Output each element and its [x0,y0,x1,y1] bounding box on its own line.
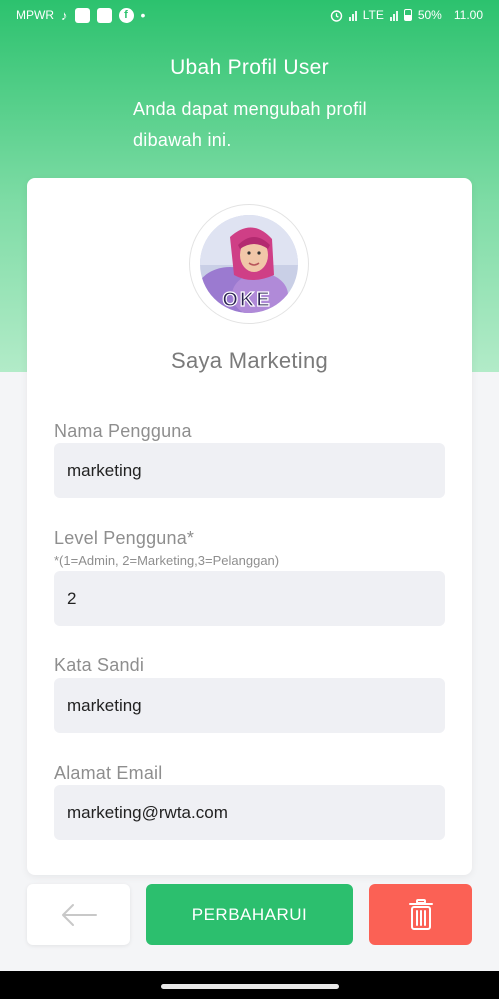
app-icon [74,7,90,23]
home-gesture-handle[interactable] [161,984,339,989]
avatar: OKE [200,215,298,313]
email-label: Alamat Email [54,763,163,783]
username-field[interactable]: marketing [54,443,445,498]
username-label: Nama Pengguna [54,421,192,441]
avatar-caption: OKE [222,289,271,311]
carrier-label: MPWR [16,8,54,22]
email-field[interactable]: marketing@rwta.com [54,785,445,840]
time-label: 11.00 [453,8,483,22]
alarm-icon [330,9,342,22]
app-icon [96,7,112,23]
battery-icon [403,9,412,21]
signal-icon [389,10,398,21]
back-button[interactable] [27,884,130,945]
password-label: Kata Sandi [54,655,145,675]
update-button[interactable]: PERBAHARUI [146,884,353,945]
system-navigation-bar [0,971,499,999]
level-field[interactable]: 2 [54,571,445,626]
signal-icon [348,10,357,21]
profile-display-name: Saya Marketing [170,348,329,373]
notification-dot-icon: • [140,7,146,23]
tiktok-icon: ♪ [61,7,68,23]
password-field[interactable]: marketing [54,678,445,733]
trash-icon [408,898,433,930]
profile-card: OKE Saya Marketing Nama Pengguna marketi… [27,178,472,875]
battery-label: 50% [417,8,442,22]
facebook-icon: f [118,7,134,23]
avatar-photo: OKE [200,215,298,313]
avatar-frame[interactable]: OKE [189,204,309,324]
status-bar: MPWR ♪ f • LTE 50% 11.00 [0,0,499,30]
page-title: Ubah Profil User [170,56,329,79]
level-hint: *(1=Admin, 2=Marketing,3=Pelanggan) [54,553,280,568]
page-subtitle: Anda dapat mengubah profil dibawah ini. [133,99,367,150]
delete-button[interactable] [369,884,472,945]
level-label: Level Pengguna* [54,528,195,548]
network-label: LTE [362,8,384,22]
arrow-left-icon [61,903,97,926]
